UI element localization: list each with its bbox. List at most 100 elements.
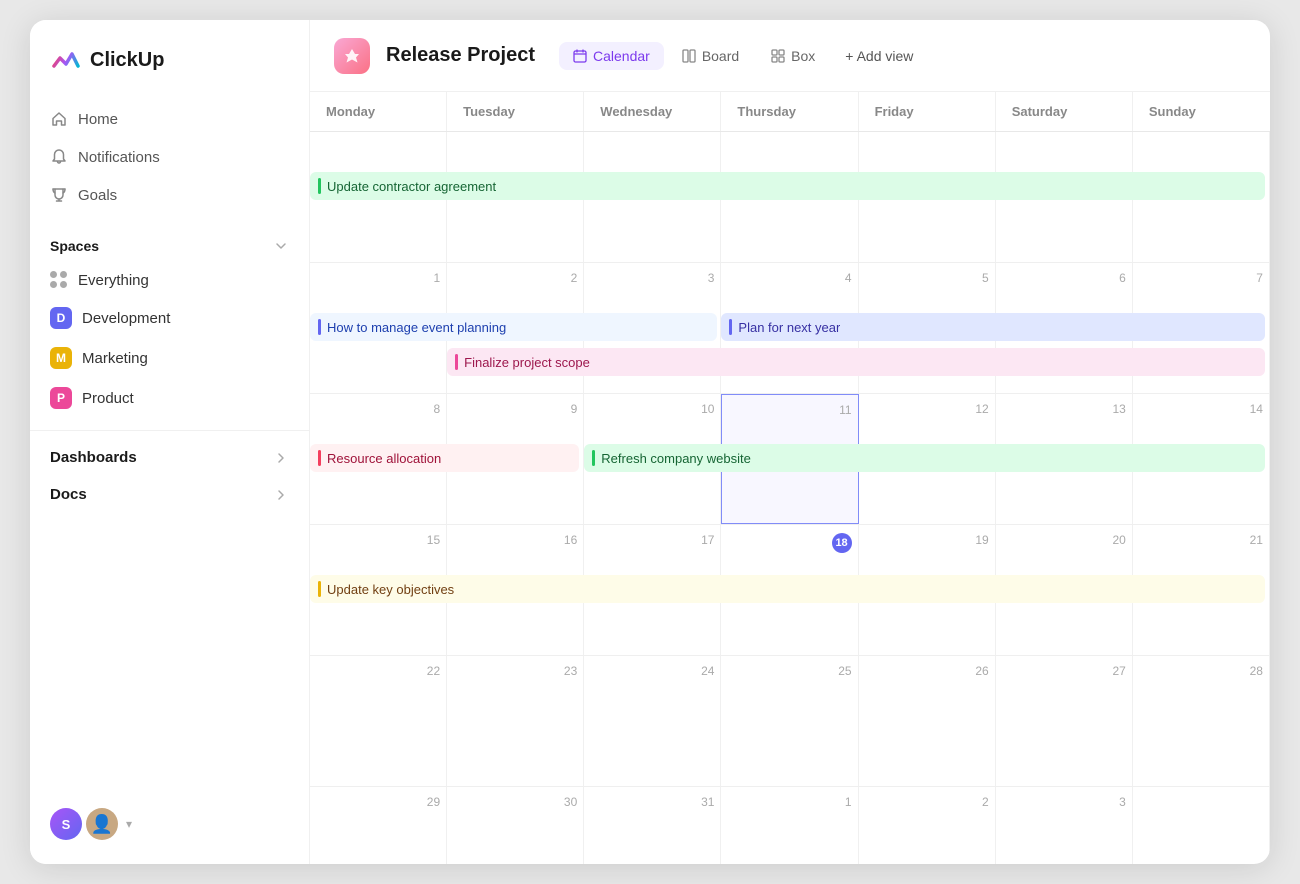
sidebar-item-marketing-label: Marketing bbox=[82, 350, 148, 367]
view-tabs: Calendar Board Box bbox=[559, 42, 925, 70]
day-header-tue: Tuesday bbox=[447, 92, 584, 131]
avatar-photo[interactable]: 👤 bbox=[86, 808, 118, 840]
development-avatar: D bbox=[50, 307, 72, 329]
sidebar-item-product-label: Product bbox=[82, 390, 134, 407]
calendar-week-2: 891011121314Resource allocationRefresh c… bbox=[310, 394, 1270, 525]
date-4-6: 28 bbox=[1139, 664, 1263, 678]
add-view-label: + Add view bbox=[845, 48, 913, 64]
date-2-5: 13 bbox=[1002, 402, 1126, 416]
tab-calendar[interactable]: Calendar bbox=[559, 42, 664, 70]
box-tab-icon bbox=[771, 49, 785, 63]
calendar-area: Monday Tuesday Wednesday Thursday Friday… bbox=[310, 92, 1270, 864]
date-4-3: 25 bbox=[727, 664, 851, 678]
calendar-cell-5-0[interactable]: 29 bbox=[310, 787, 447, 864]
calendar-cell-5-1[interactable]: 30 bbox=[447, 787, 584, 864]
date-1-1: 2 bbox=[453, 271, 577, 285]
sidebar: ClickUp Home Notifications bbox=[30, 20, 310, 864]
date-2-2: 10 bbox=[590, 402, 714, 416]
calendar-week-1: 1234567How to manage event planningPlan … bbox=[310, 263, 1270, 394]
event-ev4[interactable]: Finalize project scope bbox=[447, 348, 1265, 376]
date-3-1: 16 bbox=[453, 533, 577, 547]
sidebar-item-everything-label: Everything bbox=[78, 272, 149, 289]
event-bar bbox=[318, 581, 321, 597]
sidebar-item-development[interactable]: D Development bbox=[38, 298, 301, 338]
product-avatar: P bbox=[50, 387, 72, 409]
date-3-4: 19 bbox=[865, 533, 989, 547]
calendar-cell-4-5[interactable]: 27 bbox=[996, 656, 1133, 786]
calendar-cell-5-4[interactable]: 2 bbox=[859, 787, 996, 864]
day-header-wed: Wednesday bbox=[584, 92, 721, 131]
avatar-s[interactable]: S bbox=[50, 808, 82, 840]
sidebar-item-everything[interactable]: Everything bbox=[38, 262, 301, 298]
sidebar-item-notifications-label: Notifications bbox=[78, 149, 160, 166]
calendar-cell-4-4[interactable]: 26 bbox=[859, 656, 996, 786]
event-bar bbox=[318, 319, 321, 335]
date-1-0: 1 bbox=[316, 271, 440, 285]
spaces-section: Spaces Everything D Development bbox=[30, 214, 309, 426]
day-header-sun: Sunday bbox=[1133, 92, 1270, 131]
event-label: Update contractor agreement bbox=[327, 179, 496, 194]
project-icon bbox=[334, 38, 370, 74]
date-3-5: 20 bbox=[1002, 533, 1126, 547]
calendar-cell-4-6[interactable]: 28 bbox=[1133, 656, 1270, 786]
event-ev5[interactable]: Resource allocation bbox=[310, 444, 579, 472]
date-1-4: 5 bbox=[865, 271, 989, 285]
date-2-3: 11 bbox=[728, 403, 851, 417]
avatar-stack: S 👤 bbox=[50, 808, 118, 840]
board-tab-icon bbox=[682, 49, 696, 63]
event-bar bbox=[455, 354, 458, 370]
calendar-cell-5-6[interactable] bbox=[1133, 787, 1270, 864]
logo: ClickUp bbox=[30, 44, 309, 100]
calendar-cell-5-2[interactable]: 31 bbox=[584, 787, 721, 864]
topbar: Release Project Calendar Board bbox=[310, 20, 1270, 92]
event-ev2[interactable]: How to manage event planning bbox=[310, 313, 717, 341]
sidebar-item-marketing[interactable]: M Marketing bbox=[38, 338, 301, 378]
sidebar-item-dashboards[interactable]: Dashboards bbox=[38, 439, 301, 476]
date-3-2: 17 bbox=[590, 533, 714, 547]
event-ev6[interactable]: Refresh company website bbox=[584, 444, 1265, 472]
date-3-6: 21 bbox=[1139, 533, 1263, 547]
date-1-3: 4 bbox=[727, 271, 851, 285]
calendar-cell-5-3[interactable]: 1 bbox=[721, 787, 858, 864]
chevron-down-icon bbox=[273, 238, 289, 254]
sidebar-item-notifications[interactable]: Notifications bbox=[38, 138, 301, 176]
home-icon bbox=[50, 110, 68, 128]
day-header-sat: Saturday bbox=[996, 92, 1133, 131]
chevron-right-icon-docs bbox=[273, 487, 289, 503]
calendar-cell-4-3[interactable]: 25 bbox=[721, 656, 858, 786]
tab-board[interactable]: Board bbox=[668, 42, 753, 70]
tab-box[interactable]: Box bbox=[757, 42, 829, 70]
sidebar-footer: S 👤 ▾ bbox=[30, 792, 309, 848]
tab-calendar-label: Calendar bbox=[593, 48, 650, 64]
bell-icon bbox=[50, 148, 68, 166]
event-ev3[interactable]: Plan for next year bbox=[721, 313, 1265, 341]
sidebar-item-goals[interactable]: Goals bbox=[38, 176, 301, 214]
sidebar-item-home[interactable]: Home bbox=[38, 100, 301, 138]
sidebar-item-docs[interactable]: Docs bbox=[38, 476, 301, 513]
chevron-right-icon bbox=[273, 450, 289, 466]
date-4-5: 27 bbox=[1002, 664, 1126, 678]
date-1-6: 7 bbox=[1139, 271, 1263, 285]
calendar-cell-5-5[interactable]: 3 bbox=[996, 787, 1133, 864]
date-4-1: 23 bbox=[453, 664, 577, 678]
calendar-cell-4-2[interactable]: 24 bbox=[584, 656, 721, 786]
today-date: 18 bbox=[832, 533, 852, 553]
date-5-4: 2 bbox=[865, 795, 989, 809]
event-bar bbox=[318, 450, 321, 466]
date-5-3: 1 bbox=[727, 795, 851, 809]
date-4-2: 24 bbox=[590, 664, 714, 678]
marketing-avatar: M bbox=[50, 347, 72, 369]
dropdown-arrow[interactable]: ▾ bbox=[126, 817, 132, 831]
spaces-header[interactable]: Spaces bbox=[38, 234, 301, 262]
calendar-cell-4-1[interactable]: 23 bbox=[447, 656, 584, 786]
calendar-cell-4-0[interactable]: 22 bbox=[310, 656, 447, 786]
logo-text: ClickUp bbox=[90, 49, 164, 72]
everything-icon bbox=[50, 271, 68, 289]
event-ev1[interactable]: Update contractor agreement bbox=[310, 172, 1265, 200]
sidebar-nav: Home Notifications bbox=[30, 100, 309, 214]
add-view-button[interactable]: + Add view bbox=[833, 42, 925, 70]
event-ev7[interactable]: Update key objectives bbox=[310, 575, 1265, 603]
sidebar-item-product[interactable]: P Product bbox=[38, 378, 301, 418]
event-label: Finalize project scope bbox=[464, 355, 590, 370]
date-5-0: 29 bbox=[316, 795, 440, 809]
